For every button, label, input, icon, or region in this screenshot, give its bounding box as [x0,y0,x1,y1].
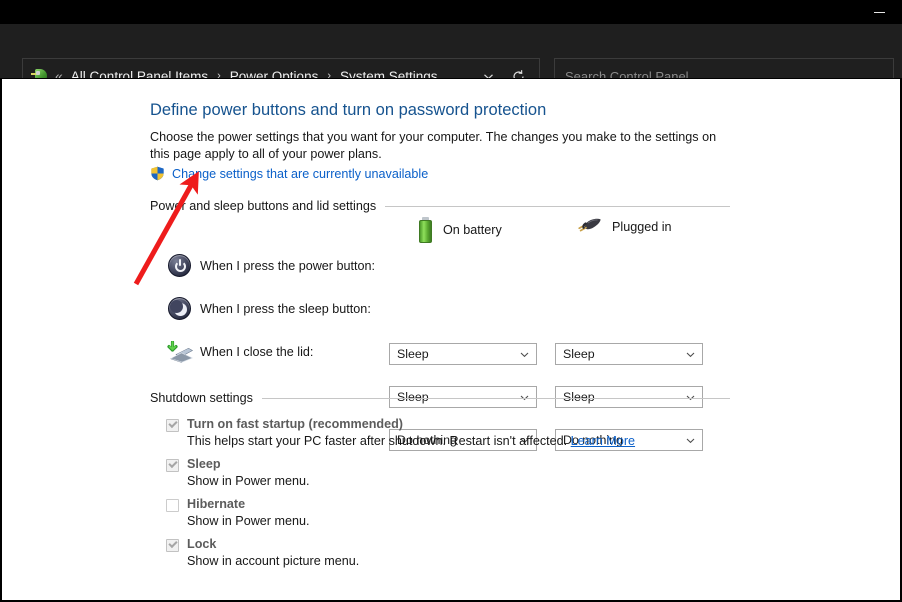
column-label-plugged-in: Plugged in [612,220,672,234]
row-label-sleep-button: When I press the sleep button: [200,302,371,316]
checkbox-fast-startup[interactable] [166,418,179,432]
setting-fast-startup: Turn on fast startup (recommended) This … [166,417,726,448]
label-lock: Lock [187,537,217,551]
section-divider [261,397,730,399]
power-plug-icon [576,217,602,237]
power-section-header: Power and sleep buttons and lid settings [150,199,730,213]
dropdown-power-button-plugged-in[interactable]: Sleep [555,343,703,365]
shield-icon [150,166,165,181]
shutdown-section-header: Shutdown settings [150,391,730,405]
learn-more-link[interactable]: Learn More [571,434,635,448]
sleep-moon-icon [166,296,196,322]
desc-lock: Show in account picture menu. [187,554,360,568]
minimize-icon [873,11,885,13]
power-button-icon [166,253,196,279]
desc-hibernate: Show in Power menu. [187,514,310,528]
column-header-on-battery: On battery [418,217,502,243]
shutdown-section-label: Shutdown settings [150,391,253,405]
label-fast-startup: Turn on fast startup (recommended) [187,417,403,431]
setting-lock: Lock Show in account picture menu. [166,537,726,568]
window-titlebar [0,0,902,24]
checkbox-sleep[interactable] [166,458,179,472]
row-power-button: When I press the power button: [166,253,392,279]
control-panel-window: « All Control Panel Items › Power Option… [0,0,902,602]
label-sleep: Sleep [187,457,221,471]
page-title: Define power buttons and turn on passwor… [150,101,547,119]
label-hibernate: Hibernate [187,497,246,511]
laptop-lid-icon [166,339,196,365]
checkbox-lock[interactable] [166,538,179,552]
dropdown-power-button-on-battery[interactable]: Sleep [389,343,537,365]
navigation-band: « All Control Panel Items › Power Option… [0,24,902,94]
dropdown-value: Sleep [563,347,595,361]
desc-sleep: Show in Power menu. [187,474,310,488]
column-label-on-battery: On battery [443,223,502,237]
row-label-power-button: When I press the power button: [200,259,376,273]
chevron-down-icon [519,349,530,360]
checkmark-icon [168,418,178,429]
chevron-down-icon [685,349,696,360]
content-page: Define power buttons and turn on passwor… [1,78,901,601]
change-settings-link-row[interactable]: Change settings that are currently unava… [150,166,428,181]
dropdown-value: Sleep [397,347,429,361]
column-header-plugged-in: Plugged in [576,217,672,237]
row-sleep-button: When I press the sleep button: [166,296,392,322]
row-label-close-lid: When I close the lid: [200,345,314,359]
desc-text: This helps start your PC faster after sh… [187,434,568,448]
minimize-button[interactable] [856,0,902,24]
checkbox-hibernate[interactable] [166,499,179,512]
battery-icon [418,217,433,243]
setting-sleep: Sleep Show in Power menu. [166,457,726,488]
checkmark-icon [168,538,178,549]
power-section-label: Power and sleep buttons and lid settings [150,199,377,213]
checkmark-icon [168,458,178,469]
page-intro-text: Choose the power settings that you want … [150,130,717,161]
desc-fast-startup: This helps start your PC faster after sh… [187,434,726,448]
row-close-lid: When I close the lid: [166,339,392,365]
change-settings-link[interactable]: Change settings that are currently unava… [172,167,428,181]
setting-hibernate: Hibernate Show in Power menu. [166,497,726,528]
section-divider [385,205,730,207]
